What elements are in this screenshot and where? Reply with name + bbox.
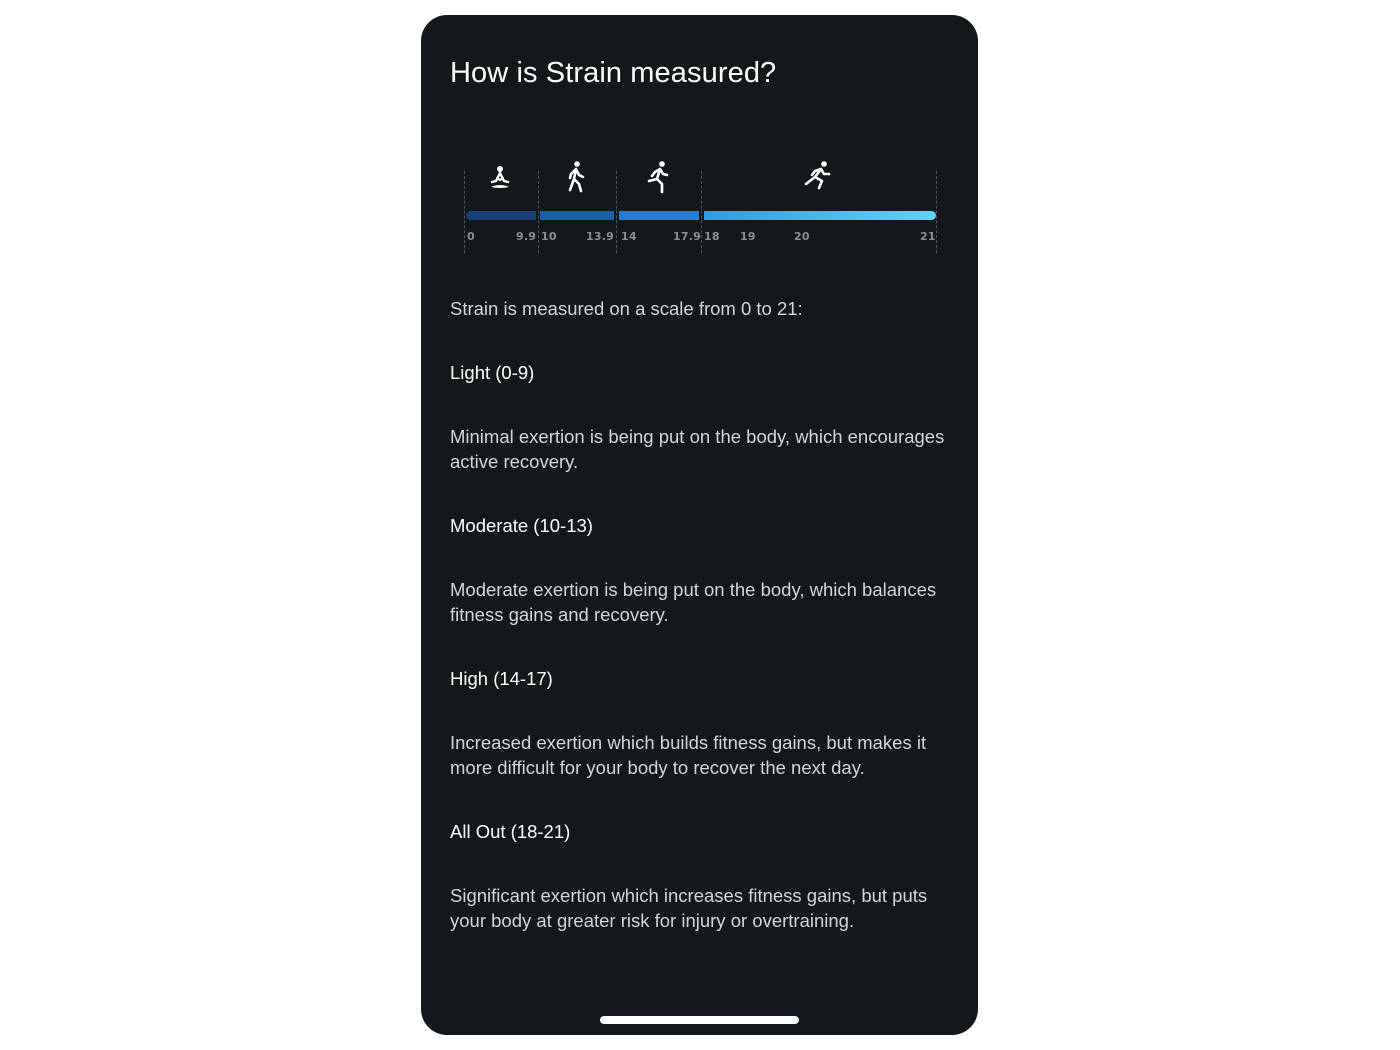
strain-info-screen: How is Strain measured? 0 9.9 10 13.9 14…	[421, 15, 978, 1035]
level-description-moderate: Moderate exertion is being put on the bo…	[450, 579, 937, 625]
strain-description: Strain is measured on a scale from 0 to …	[450, 296, 950, 933]
intro-text: Strain is measured on a scale from 0 to …	[450, 298, 803, 319]
level-description-light: Minimal exertion is being put on the bod…	[450, 426, 945, 472]
scale-segment-light	[466, 211, 536, 220]
tick-label: 17.9	[673, 230, 701, 243]
meditation-icon	[485, 159, 515, 195]
tick-label: 13.9	[586, 230, 614, 243]
level-heading-high: High (14-17)	[450, 668, 553, 689]
level-heading-light: Light (0-9)	[450, 362, 535, 383]
tick-label: 19	[740, 230, 756, 243]
level-description-high: Increased exertion which builds fitness …	[450, 732, 927, 778]
scale-divider	[464, 171, 465, 253]
tick-label: 10	[541, 230, 557, 243]
tick-label: 21	[920, 230, 936, 243]
scale-divider	[616, 171, 617, 253]
scale-segment-all-out	[704, 211, 936, 220]
level-heading-all-out: All Out (18-21)	[450, 821, 571, 842]
walking-icon	[561, 159, 591, 195]
home-indicator[interactable]	[600, 1016, 799, 1024]
tick-label: 20	[794, 230, 810, 243]
level-description-all-out: Significant exertion which increases fit…	[450, 885, 928, 931]
level-heading-moderate: Moderate (10-13)	[450, 515, 593, 536]
sprinting-icon	[801, 159, 831, 195]
scale-segment-high	[619, 211, 699, 220]
strain-scale: 0 9.9 10 13.9 14 17.9 18 19 20 21	[421, 155, 978, 265]
scale-divider	[936, 171, 937, 253]
tick-label: 18	[704, 230, 720, 243]
tick-label: 14	[621, 230, 637, 243]
tick-label: 9.9	[516, 230, 537, 243]
scale-divider	[701, 171, 702, 253]
tick-label: 0	[467, 230, 475, 243]
page-title: How is Strain measured?	[450, 57, 777, 89]
scale-segment-moderate	[540, 211, 614, 220]
scale-divider	[538, 171, 539, 253]
running-icon	[642, 159, 672, 195]
